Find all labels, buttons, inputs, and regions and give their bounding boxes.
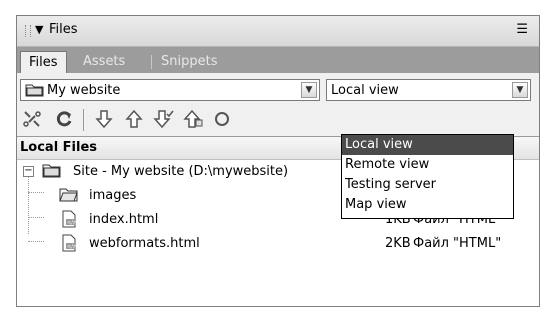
collapse-toggle-icon[interactable]: − (23, 166, 34, 177)
tab-files[interactable]: Files (20, 51, 67, 74)
tree-row-type: Файл "HTML" (413, 236, 502, 251)
files-panel: ▼ Files ☰ Files Assets Snippets My websi… (16, 15, 540, 307)
view-select-chevron-down-icon[interactable]: ▼ (512, 82, 528, 98)
view-option-testing[interactable]: Testing server (342, 175, 513, 195)
html-file-icon: </> (62, 234, 77, 252)
tree-row-name: webformats.html (89, 236, 200, 251)
get-files-icon[interactable] (93, 108, 115, 130)
view-dropdown-list: Local view Remote view Testing server Ma… (341, 134, 514, 219)
tree-row-name: index.html (89, 212, 159, 227)
site-icon (25, 84, 44, 97)
svg-text:</>: </> (67, 220, 77, 226)
local-files-header-label: Local Files (20, 140, 98, 155)
tree-row-name: images (89, 188, 137, 203)
connect-icon[interactable] (21, 108, 43, 130)
tab-snippets[interactable]: Snippets (155, 51, 223, 73)
view-option-remote[interactable]: Remote view (342, 155, 513, 175)
view-option-map[interactable]: Map view (342, 195, 513, 215)
check-out-icon[interactable] (153, 108, 175, 130)
panel-grip-handle[interactable] (25, 25, 31, 37)
tab-divider (151, 55, 152, 69)
panel-title: Files (49, 22, 78, 37)
html-file-icon: </> (62, 210, 77, 228)
site-select-chevron-down-icon[interactable]: ▼ (301, 82, 317, 98)
check-in-icon[interactable] (183, 108, 205, 130)
site-select-value: My website (47, 83, 121, 98)
view-option-local[interactable]: Local view (342, 135, 513, 155)
view-select[interactable]: Local view ▼ (326, 79, 531, 101)
site-select[interactable]: My website ▼ (20, 79, 320, 101)
tree-row-name: Site - My website (D:\mywebsite) (73, 164, 289, 179)
tree-row-size: 2KB (385, 236, 411, 251)
toolbar-divider (83, 109, 84, 131)
panel-tabs: Files Assets Snippets (17, 47, 539, 74)
file-toolbar (17, 106, 539, 134)
folder-icon (59, 188, 78, 202)
view-select-value: Local view (331, 83, 399, 98)
collapse-arrow-icon[interactable]: ▼ (35, 23, 43, 36)
refresh-icon[interactable] (53, 108, 75, 130)
put-files-icon[interactable] (123, 108, 145, 130)
site-folder-icon (42, 164, 61, 178)
tree-row[interactable]: </> webformats.html 2KB Файл "HTML" (17, 232, 539, 256)
panel-options-menu-icon[interactable]: ☰ (516, 22, 528, 37)
tab-assets[interactable]: Assets (77, 51, 131, 73)
sync-icon[interactable] (211, 108, 233, 130)
panel-titlebar[interactable]: ▼ Files ☰ (17, 16, 539, 47)
svg-text:</>: </> (67, 244, 77, 250)
